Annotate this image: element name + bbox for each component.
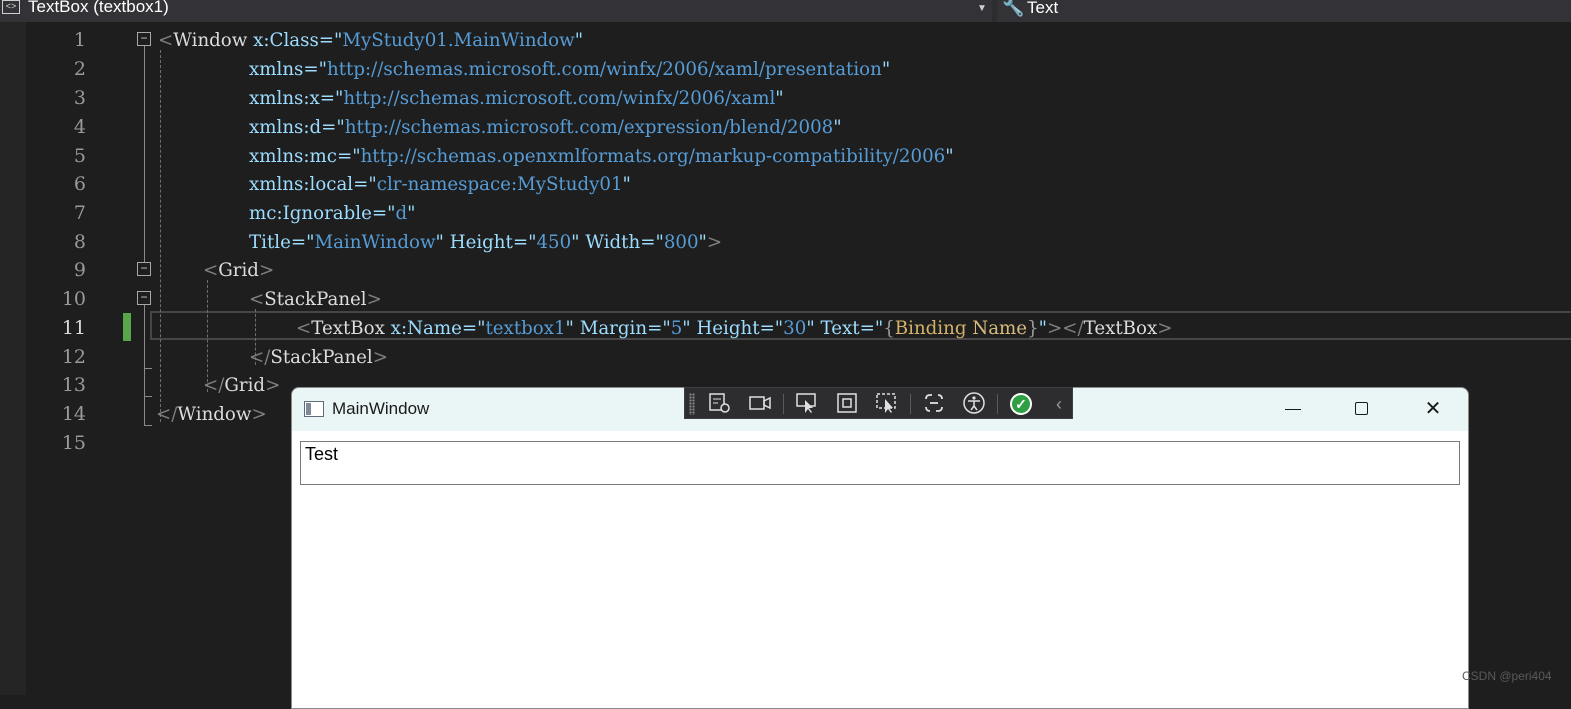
line-number: 2 (73, 58, 86, 80)
window-title: MainWindow (332, 399, 430, 418)
code-line-14: </Window> (156, 404, 267, 425)
xaml-element-icon: <> (2, 0, 20, 14)
hot-reload-icon: ✓ (1010, 393, 1032, 415)
wrench-icon: 🔧 (1002, 0, 1025, 17)
minimize-icon (1285, 409, 1301, 410)
show-in-visual-tree-icon (749, 396, 771, 410)
main-window[interactable]: MainWindow ✕ Test (291, 387, 1469, 709)
line-number: 10 (61, 288, 86, 310)
toolbar-separator (997, 394, 998, 414)
line-number: 12 (61, 346, 86, 368)
accessibility-checker-button[interactable] (961, 391, 987, 417)
maximize-button[interactable] (1339, 388, 1385, 431)
outline-end (144, 396, 152, 397)
code-line-2: xmlns="http://schemas.microsoft.com/winf… (249, 59, 891, 80)
outline-end (144, 368, 152, 369)
select-element-icon (796, 393, 816, 413)
line-number: 5 (73, 145, 86, 167)
collapse-toggle-icon[interactable]: − (137, 32, 151, 46)
go-to-live-visual-tree-icon (709, 393, 730, 413)
code-line-3: xmlns:x="http://schemas.microsoft.com/wi… (249, 88, 784, 109)
scope-dropdown[interactable]: <> TextBox (textbox1) ▼ (0, 0, 992, 22)
track-focus-icon (876, 393, 896, 413)
display-layout-adorners-button[interactable] (834, 391, 860, 417)
app-window-icon (304, 401, 324, 417)
line-number: 9 (73, 259, 86, 281)
select-element-button[interactable] (794, 391, 820, 417)
member-label: Text (1027, 0, 1059, 17)
line-number: 1 (73, 29, 86, 51)
code-line-10: <StackPanel> (249, 289, 382, 310)
chevron-down-icon[interactable]: ▼ (977, 0, 987, 18)
code-line-8: Title="MainWindow" Height="450" Width="8… (249, 232, 723, 253)
code-line-11: <TextBox x:Name="textbox1" Margin="5" He… (296, 318, 1173, 339)
close-icon: ✕ (1424, 398, 1442, 420)
indicator-margin (0, 22, 26, 695)
minimize-button[interactable] (1270, 388, 1316, 431)
go-to-live-visual-tree-button[interactable] (707, 391, 733, 417)
code-line-7: mc:Ignorable="d" (249, 203, 416, 224)
code-line-5: xmlns:mc="http://schemas.openxmlformats.… (249, 146, 954, 167)
collapse-toggle-icon[interactable]: − (137, 291, 151, 305)
accessibility-checker-icon (963, 392, 985, 414)
maximize-icon (1355, 402, 1368, 415)
binding-failures-icon (925, 394, 943, 412)
collapse-toolbar-button[interactable]: ‹ (1046, 391, 1072, 417)
show-in-visual-tree-button[interactable] (747, 391, 773, 417)
outline-end (144, 425, 152, 426)
line-number: 14 (61, 403, 86, 425)
line-number: 13 (61, 374, 86, 396)
outline-line (144, 46, 145, 262)
in-app-toolbar: ✓ ‹ (684, 387, 1073, 419)
outline-line (144, 305, 145, 425)
member-dropdown[interactable]: 🔧 Text (997, 0, 1571, 22)
line-number: 8 (73, 231, 86, 253)
binding-failures-button[interactable] (921, 391, 947, 417)
indent-guide (160, 50, 161, 422)
toolbar-separator (910, 394, 911, 414)
textbox1-input[interactable]: Test (300, 441, 1460, 485)
track-focus-button[interactable] (874, 391, 900, 417)
hot-reload-button[interactable]: ✓ (1008, 391, 1034, 417)
code-line-6: xmlns:local="clr-namespace:MyStudy01" (249, 174, 631, 195)
line-number: 7 (73, 202, 86, 224)
code-line-4: xmlns:d="http://schemas.microsoft.com/ex… (249, 117, 842, 138)
line-number-active: 11 (61, 317, 86, 339)
scope-label: TextBox (textbox1) (28, 0, 169, 16)
code-line-12: </StackPanel> (249, 347, 389, 368)
toolbar-separator (783, 394, 784, 414)
code-line-9: <Grid> (203, 260, 275, 281)
saved-change-indicator (123, 313, 131, 341)
line-number: 4 (73, 116, 86, 138)
line-number: 15 (61, 432, 86, 454)
line-number: 3 (73, 87, 86, 109)
close-button[interactable]: ✕ (1410, 388, 1456, 431)
drag-grip-icon[interactable] (689, 393, 695, 415)
display-layout-adorners-icon (837, 393, 857, 413)
collapse-toggle-icon[interactable]: − (137, 262, 151, 276)
code-line-13: </Grid> (203, 375, 281, 396)
line-number: 6 (73, 173, 86, 195)
code-line-1: <Window x:Class="MyStudy01.MainWindow" (158, 30, 584, 51)
navigation-bar: <> TextBox (textbox1) ▼ 🔧 Text (0, 0, 1571, 22)
collapse-icon: ‹ (1056, 394, 1062, 414)
watermark: CSDN @peri404 (1462, 669, 1552, 683)
